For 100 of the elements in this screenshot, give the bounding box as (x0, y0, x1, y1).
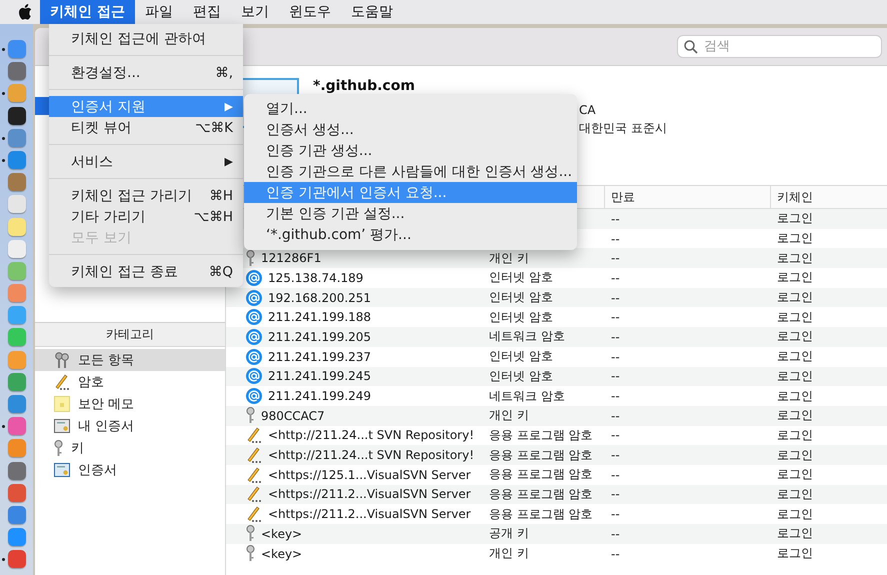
table-cell-text: 네트워크 암호 (488, 388, 566, 405)
keys-icon (54, 352, 70, 368)
table-cell-text: -- (610, 546, 621, 563)
menu-item[interactable]: 티켓 뷰어 ⌥⌘K (49, 117, 243, 138)
table-cell-text: -- (610, 486, 621, 504)
category-header: 카테고리 (35, 322, 225, 347)
search-icon (684, 40, 698, 54)
menu-item[interactable]: 환경설정... ⌘, (49, 62, 243, 83)
table-cell: 211.241.199.205 (268, 330, 372, 344)
table-cell: <key> (261, 526, 302, 541)
table-cell: 121286F1 (261, 251, 322, 266)
submenu-arrow: ▶ (224, 155, 233, 168)
shortcut-label: ⌘Q (208, 264, 233, 280)
table-cell-text: -- (610, 290, 621, 307)
table-cell-text: 로그인 (776, 289, 814, 306)
table-cell-text: 로그인 (776, 525, 814, 542)
menu-item[interactable]: 기타 가리기 ⌥⌘H (49, 206, 243, 227)
certificate-detail: 대한민국 표준시 (579, 120, 667, 137)
pencil-icon (246, 486, 262, 502)
table-cell: <http://211.24...t SVN Repository! (268, 448, 474, 462)
table-cell-text: 응용 프로그램 암호 (488, 466, 594, 484)
table-cell-text: 로그인 (776, 545, 814, 562)
key-icon (246, 525, 255, 542)
table-cell: 211.241.199.249 (268, 389, 372, 404)
table-cell: <key> (261, 546, 302, 561)
table-cell: 211.241.199.245 (268, 369, 372, 384)
menu-item[interactable]: 인증 기관 생성... (244, 140, 577, 161)
table-cell-text: 인터넷 암호 (488, 348, 554, 366)
apple-logo-icon[interactable] (18, 4, 32, 20)
table-cell-text: 개인 키 (488, 407, 530, 424)
category-item[interactable]: 암호 (35, 371, 225, 393)
category-item[interactable]: 모든 항목 (35, 349, 225, 371)
shortcut-label: ⌥⌘K (195, 120, 233, 136)
table-cell: <https://211.2...VisualSVN Server (268, 507, 471, 522)
menu-bar-item[interactable]: 윈도우 (278, 0, 341, 24)
menu-bar-item[interactable]: 키체인 접근 (40, 0, 135, 24)
table-cell: 125.138.74.189 (268, 270, 364, 285)
menu-bar-item[interactable]: 편집 (182, 0, 231, 24)
table-cell-text: 로그인 (776, 446, 814, 464)
search-field[interactable]: 검색 (677, 35, 882, 58)
menu-item[interactable]: 키체인 접근 가리기 ⌘H (49, 185, 243, 206)
category-item[interactable]: 키 (35, 437, 225, 459)
table-cell: <https://211.2...VisualSVN Server (268, 487, 471, 502)
app-icon[interactable] (8, 106, 26, 125)
pencil-icon (246, 506, 262, 522)
table-cell-text: -- (610, 526, 621, 543)
table-cell-text: -- (610, 348, 621, 366)
menu-bar-item[interactable]: 보기 (230, 0, 279, 24)
menu-item[interactable]: 키체인 접근 종료 ⌘Q (49, 261, 243, 282)
menu-item[interactable]: 인증 기관으로 다른 사람들에 대한 인증서 생성... (244, 161, 577, 182)
table-cell-text: -- (610, 270, 621, 287)
table-cell-text: -- (610, 230, 621, 248)
menu-bar-item[interactable]: 도움말 (340, 0, 403, 24)
pencil-icon (246, 447, 262, 464)
table-cell-text: 로그인 (776, 348, 814, 366)
table-cell-text: 로그인 (776, 269, 814, 286)
table-cell: 980CCAC7 (261, 408, 325, 423)
table-cell: 211.241.199.188 (268, 310, 372, 324)
key-icon (246, 250, 255, 267)
pencil-icon (54, 374, 70, 390)
table-cell-text: -- (610, 408, 621, 425)
table-cell-text: 인터넷 암호 (488, 289, 554, 306)
shortcut-label: ⌘, (215, 64, 233, 80)
menu-item[interactable]: 키체인 접근에 관하여 (49, 28, 243, 49)
table-cell: 192.168.200.251 (268, 290, 372, 305)
menu-item[interactable]: 기본 인증 기관 설정... (244, 203, 577, 224)
table-cell-text: 인터넷 암호 (488, 269, 554, 286)
table-cell: 211.241.199.237 (268, 350, 372, 364)
column-header[interactable]: 키체인 (770, 186, 887, 208)
table-cell-text: 로그인 (776, 486, 814, 503)
category-item[interactable]: 내 인증서 (35, 415, 225, 437)
table-cell-text: -- (610, 427, 621, 444)
table-cell-text: 개인 키 (488, 250, 530, 267)
table-cell-text: -- (610, 328, 621, 346)
shortcut-label: ⌥⌘H (194, 208, 233, 224)
table-cell-text: 네트워크 암호 (488, 328, 566, 346)
table-cell-text: -- (610, 506, 621, 524)
pencil-icon (246, 427, 262, 444)
menu-item[interactable]: 열기... (244, 98, 577, 119)
menu-bar-item[interactable]: 파일 (134, 0, 183, 24)
certificate-icon (54, 419, 70, 433)
column-header[interactable]: 만료 (604, 186, 770, 208)
table-cell-text: 개인 키 (488, 545, 530, 562)
table-cell-text: 응용 프로그램 암호 (488, 506, 594, 523)
certificate-icon (54, 463, 70, 477)
table-cell-text: 로그인 (776, 308, 814, 326)
submenu-arrow: ▶ (224, 100, 233, 113)
table-cell-text: 응용 프로그램 암호 (488, 426, 594, 444)
category-item[interactable]: 인증서 (35, 459, 225, 481)
running-indicator (2, 158, 5, 162)
menu-item[interactable]: ‘*.github.com’ 평가... (244, 224, 577, 245)
menu-item[interactable]: 서비스 ▶ (49, 151, 243, 172)
table-cell-text: 응용 프로그램 암호 (488, 486, 594, 503)
category-item[interactable]: 보안 메모 (35, 393, 225, 415)
menu-item[interactable]: 인증서 생성... (244, 119, 577, 140)
table-cell-text: -- (610, 447, 621, 464)
table-cell-text: 로그인 (776, 210, 814, 228)
table-cell-text: 로그인 (776, 328, 814, 346)
shortcut-label: ⌘H (209, 188, 233, 204)
note-icon (54, 396, 70, 412)
